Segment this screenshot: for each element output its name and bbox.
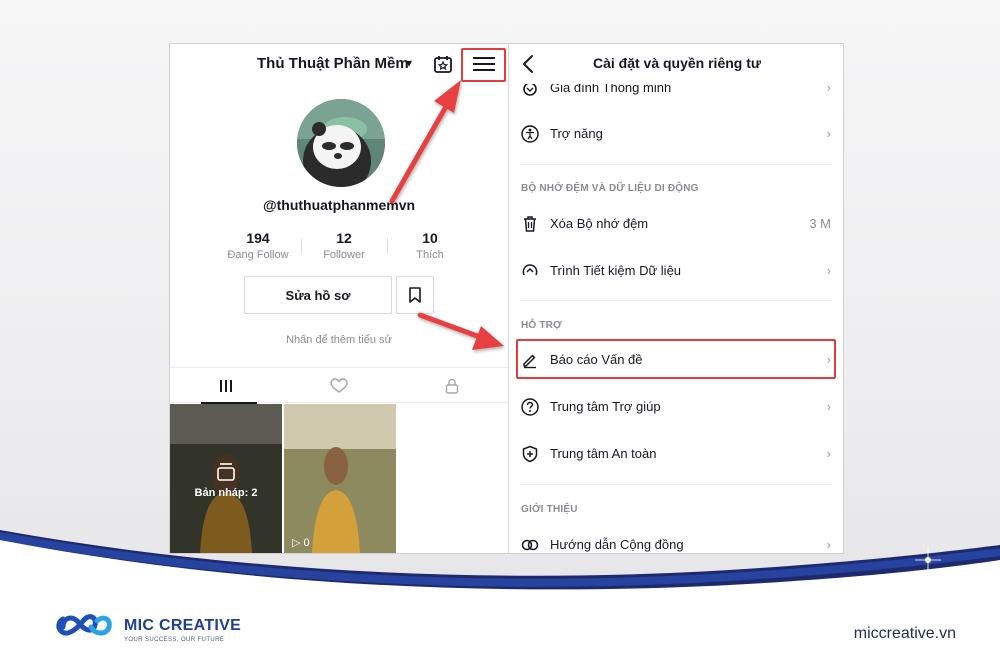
profile-tabs (170, 367, 508, 404)
edit-profile-button[interactable]: Sửa hồ sơ (244, 276, 392, 314)
chevron-right-icon: › (826, 399, 831, 414)
likes-stat[interactable]: 10 Thích (388, 230, 472, 261)
profile-handle: @thuthuatphanmemvn (262, 197, 416, 213)
draft-icon (217, 463, 235, 481)
profile-stats: 194 Đang Follow 12 Follower 10 Thích (216, 230, 472, 270)
settings-item-data-saver[interactable]: Trình Tiết kiệm Dữ liệu › (509, 251, 843, 291)
settings-item-label: Trung tâm An toàn (550, 446, 657, 461)
website-url[interactable]: miccreative.vn (854, 625, 956, 643)
settings-header: Cài đặt và quyền riêng tư (509, 44, 843, 84)
add-bio-hint[interactable]: Nhấn để thêm tiểu sử (170, 334, 508, 346)
settings-panel: Cài đặt và quyền riêng tư Gia đình Thông… (509, 44, 843, 553)
followers-label: Follower (323, 249, 365, 261)
phone-screenshot-frame: Thủ Thuật Phần Mềm ▾ @thuthuatphanmemvn … (169, 43, 844, 554)
section-header-cache: BỘ NHỚ ĐỆM VÀ DỮ LIỆU DI ĐỘNG (521, 183, 699, 194)
tab-private[interactable] (396, 368, 508, 403)
following-label: Đang Follow (227, 249, 289, 261)
account-name[interactable]: Thủ Thuật Phần Mềm (257, 55, 409, 72)
settings-item-label: Xóa Bộ nhớ đệm (550, 216, 649, 231)
tab-liked[interactable] (283, 368, 395, 403)
settings-item-help-center[interactable]: Trung tâm Trợ giúp › (509, 387, 843, 427)
chevron-right-icon: › (826, 263, 831, 278)
grid-icon (220, 379, 232, 392)
bookmark-button[interactable] (396, 276, 434, 314)
data-saver-icon (522, 264, 538, 276)
accessibility-icon (521, 125, 539, 143)
page-title: Cài đặt và quyền riêng tư (592, 55, 762, 71)
avatar[interactable] (297, 99, 385, 187)
draft-count-label: Bản nháp: 2 (194, 487, 258, 499)
settings-item-label: Trung tâm Trợ giúp (550, 399, 661, 414)
followers-stat[interactable]: 12 Follower (302, 230, 386, 261)
report-highlight-box (516, 339, 836, 379)
mic-creative-logo-icon (56, 614, 112, 636)
calendar-star-icon[interactable] (433, 54, 453, 74)
menu-highlight-box (461, 48, 506, 82)
chevron-right-icon: › (826, 126, 831, 141)
following-stat[interactable]: 194 Đang Follow (216, 230, 300, 261)
settings-item-clear-cache[interactable]: Xóa Bộ nhớ đệm 3 M (509, 204, 843, 244)
section-divider (521, 164, 831, 165)
profile-top-bar: Thủ Thuật Phần Mềm ▾ (170, 44, 508, 86)
liked-videos-icon (330, 377, 348, 393)
cache-size-value: 3 M (809, 216, 831, 231)
settings-item-accessibility[interactable]: Trợ năng › (509, 114, 843, 154)
help-icon (521, 398, 539, 416)
bookmark-icon (409, 287, 421, 303)
chevron-down-icon[interactable]: ▾ (406, 56, 412, 70)
brand-name: MIC CREATIVE (124, 617, 242, 634)
chevron-right-icon: › (826, 446, 831, 461)
followers-count: 12 (336, 230, 352, 246)
section-header-support: HỖ TRỢ (521, 320, 562, 331)
likes-count: 10 (422, 230, 438, 246)
settings-item-label: Trợ năng (550, 126, 603, 141)
brand-tagline: YOUR SUCCESS, OUR FUTURE (124, 637, 225, 643)
shield-icon (522, 445, 538, 463)
likes-label: Thích (416, 249, 444, 261)
section-divider (521, 300, 831, 301)
tab-videos[interactable] (170, 368, 282, 404)
section-divider (521, 484, 831, 485)
trash-icon (524, 216, 536, 232)
lock-icon (445, 378, 459, 394)
profile-panel: Thủ Thuật Phần Mềm ▾ @thuthuatphanmemvn … (170, 44, 508, 553)
settings-item-safety-center[interactable]: Trung tâm An toàn › (509, 434, 843, 474)
following-count: 194 (246, 230, 270, 246)
settings-item-label: Trình Tiết kiệm Dữ liệu (550, 263, 682, 278)
